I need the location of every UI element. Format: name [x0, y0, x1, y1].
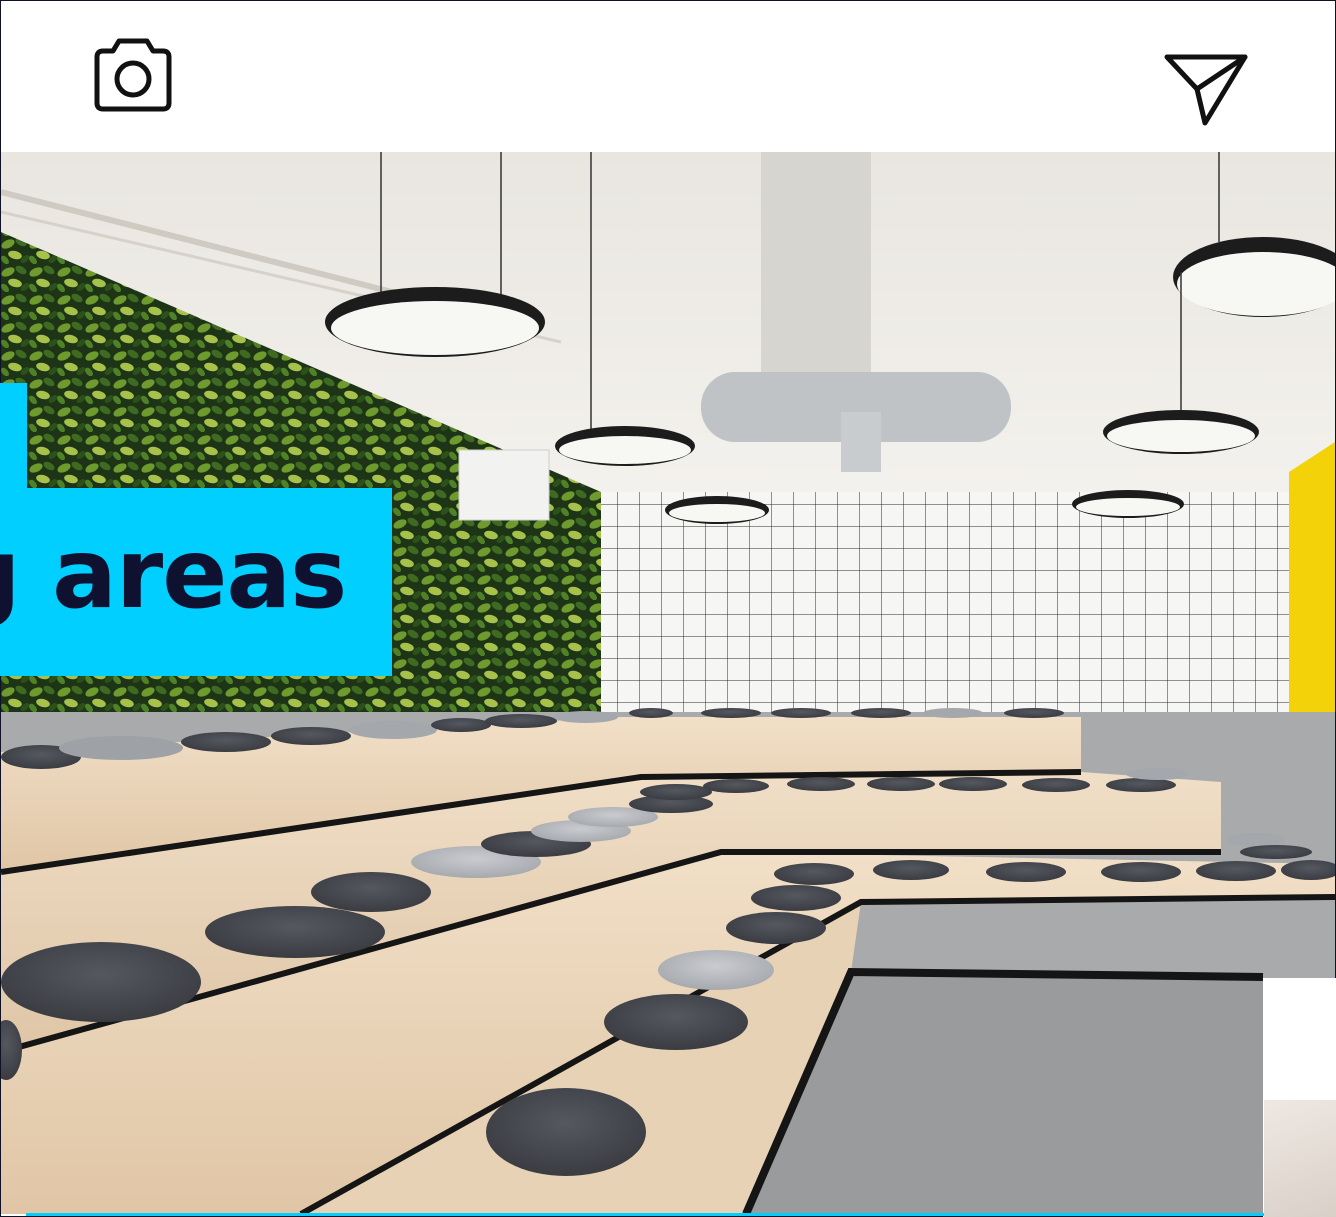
- accent-underline: [26, 1213, 1264, 1216]
- top-toolbar: [1, 1, 1335, 151]
- camera-icon: [94, 38, 172, 112]
- headline-banner: g areas: [0, 488, 392, 676]
- hero-photo: [1, 152, 1335, 1214]
- send-button[interactable]: [1161, 49, 1251, 129]
- banner-tab: [0, 383, 27, 493]
- send-icon: [1164, 54, 1248, 126]
- headline-text: g areas: [0, 518, 347, 630]
- next-card-thumbnail[interactable]: [1264, 1100, 1336, 1217]
- camera-button[interactable]: [91, 35, 175, 115]
